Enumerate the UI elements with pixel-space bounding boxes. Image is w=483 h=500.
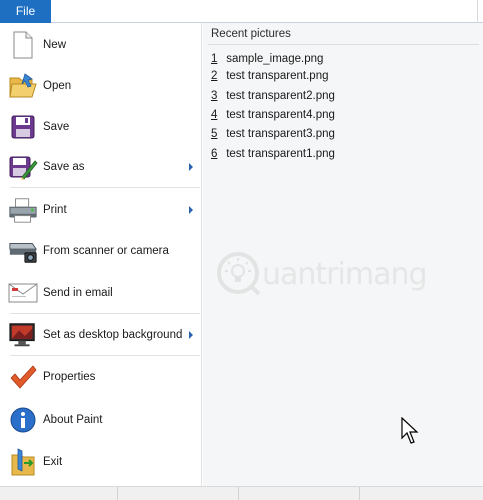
status-segment <box>117 487 118 500</box>
file-tab[interactable]: File <box>0 0 51 23</box>
recent-item-name: test transparent.png <box>226 70 329 82</box>
floppy-disk-icon <box>8 112 38 142</box>
menu-item-label: Save as <box>43 161 85 173</box>
submenu-arrow-icon <box>189 331 193 339</box>
menu-item-open[interactable]: Open <box>0 66 202 106</box>
checkmark-icon <box>8 362 38 392</box>
recent-item[interactable]: 2 test transparent.png <box>211 70 329 86</box>
desktop-monitor-icon <box>8 320 38 350</box>
recent-item-number: 1 <box>211 53 218 65</box>
menu-item-properties[interactable]: Properties <box>0 357 202 397</box>
status-segment <box>238 487 239 500</box>
menu-item-label: Send in email <box>43 287 113 299</box>
menu-item-save-as[interactable]: Save as <box>0 147 202 187</box>
menu-separator <box>10 187 200 188</box>
file-menu: New Open Save Save as Print From scanner… <box>0 23 202 486</box>
recent-item-name: test transparent4.png <box>226 109 335 121</box>
recent-item-number: 4 <box>211 109 218 121</box>
recent-item[interactable]: 4 test transparent4.png <box>211 109 335 125</box>
menu-separator <box>10 355 200 356</box>
recent-item-number: 2 <box>211 70 218 82</box>
new-document-icon <box>8 30 38 60</box>
watermark-text: uantrimang <box>262 257 428 292</box>
menu-item-new[interactable]: New <box>0 25 202 65</box>
recent-item[interactable]: 5 test transparent3.png <box>211 128 335 144</box>
info-icon <box>8 405 38 435</box>
save-as-icon <box>8 152 38 182</box>
recent-item-name: test transparent3.png <box>226 128 335 140</box>
recent-item-name: test transparent1.png <box>226 148 335 160</box>
recent-item-number: 6 <box>211 148 218 160</box>
menu-separator <box>10 313 200 314</box>
mouse-cursor-icon <box>401 417 419 444</box>
exit-icon <box>8 447 38 477</box>
menu-item-print[interactable]: Print <box>0 190 202 230</box>
recent-pictures-title: Recent pictures <box>211 28 291 40</box>
menu-item-label: Properties <box>43 371 96 383</box>
recent-item-name: test transparent2.png <box>226 90 335 102</box>
menu-item-label: Open <box>43 80 72 92</box>
menu-item-set-desktop-background[interactable]: Set as desktop background <box>0 315 202 355</box>
menu-item-from-scanner-camera[interactable]: From scanner or camera <box>0 231 202 271</box>
menu-item-label: From scanner or camera <box>43 245 169 257</box>
menu-item-label: Print <box>43 204 67 216</box>
recent-item-number: 5 <box>211 128 218 140</box>
watermark-logo: uantrimang <box>215 250 440 298</box>
recent-divider <box>208 44 479 45</box>
recent-item[interactable]: 3 test transparent2.png <box>211 90 335 106</box>
submenu-arrow-icon <box>189 206 193 214</box>
menu-item-label: New <box>43 39 67 51</box>
recent-item[interactable]: 1 sample_image.png <box>211 53 323 69</box>
menu-item-label: About Paint <box>43 414 103 426</box>
menu-item-save[interactable]: Save <box>0 107 202 147</box>
email-icon <box>8 278 38 308</box>
menu-item-label: Set as desktop background <box>43 329 183 341</box>
open-folder-icon <box>8 71 38 101</box>
menu-item-about-paint[interactable]: About Paint <box>0 400 202 440</box>
ribbon-bar: File <box>0 0 483 23</box>
scanner-camera-icon <box>8 236 38 266</box>
recent-item-number: 3 <box>211 90 218 102</box>
submenu-arrow-icon <box>189 163 193 171</box>
status-bar <box>0 486 483 500</box>
recent-item-name: sample_image.png <box>226 53 324 65</box>
lightbulb-icon <box>217 252 261 296</box>
printer-icon <box>8 195 38 225</box>
menu-item-send-in-email[interactable]: Send in email <box>0 273 202 313</box>
recent-item[interactable]: 6 test transparent1.png <box>211 148 335 164</box>
menu-item-exit[interactable]: Exit <box>0 442 202 482</box>
topbar-edge <box>477 0 483 23</box>
status-segment <box>359 487 360 500</box>
menu-item-label: Save <box>43 121 70 133</box>
menu-item-label: Exit <box>43 456 63 468</box>
